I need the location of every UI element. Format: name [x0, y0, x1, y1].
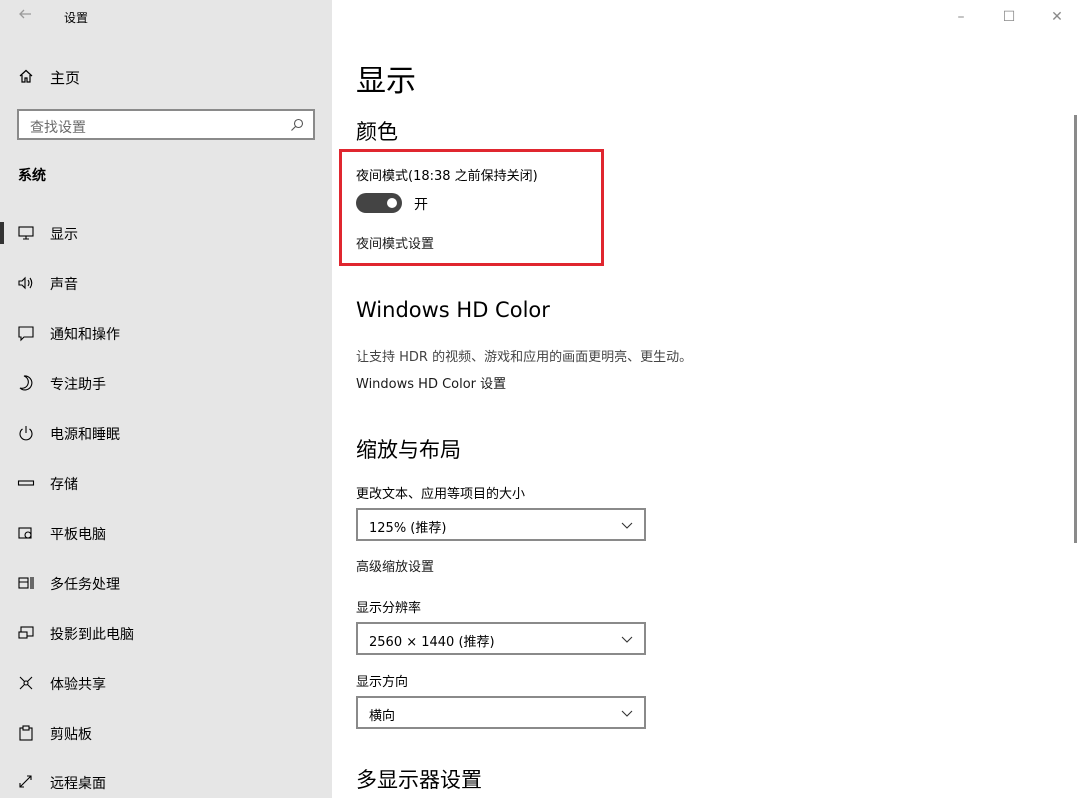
sidebar-item-multitasking[interactable]: 多任务处理 [0, 563, 332, 603]
remote-desktop-icon [19, 775, 32, 788]
orientation-value: 横向 [369, 709, 396, 724]
multitask-icon [18, 577, 34, 589]
minimize-icon: – [957, 9, 965, 25]
highlight-box [339, 149, 604, 266]
maximize-button[interactable]: ☐ [994, 6, 1024, 28]
hd-color-heading: Windows HD Color [356, 298, 550, 322]
sidebar-item-label: 投影到此电脑 [50, 627, 134, 643]
sidebar-item-tablet[interactable]: 平板电脑 [0, 513, 332, 553]
resolution-value: 2560 × 1440 (推荐) [369, 635, 495, 650]
sidebar-item-label: 声音 [50, 277, 78, 293]
maximize-icon: ☐ [1002, 9, 1016, 25]
moon-icon [19, 375, 33, 391]
chevron-down-icon [621, 710, 633, 717]
sidebar-item-sound[interactable]: 声音 [0, 263, 332, 303]
sidebar-item-power[interactable]: 电源和睡眠 [0, 413, 332, 453]
home-icon [19, 69, 33, 83]
orientation-label: 显示方向 [356, 675, 409, 690]
sidebar-item-label: 远程桌面 [50, 776, 106, 792]
speaker-icon [18, 276, 33, 290]
hd-color-settings-link[interactable]: Windows HD Color 设置 [356, 373, 506, 392]
back-button[interactable] [14, 6, 36, 28]
arrow-left-icon [19, 9, 31, 19]
notification-icon [18, 326, 34, 342]
color-heading: 颜色 [356, 120, 398, 144]
sidebar-item-clipboard[interactable]: 剪贴板 [0, 713, 332, 753]
power-icon [19, 426, 33, 441]
sidebar-item-label: 体验共享 [50, 677, 106, 693]
sidebar-item-label: 剪贴板 [50, 727, 92, 743]
search-input[interactable]: 查找设置 [17, 109, 315, 140]
scrollbar[interactable] [1074, 115, 1077, 543]
title-bar: 设置 [0, 0, 332, 34]
resolution-label: 显示分辨率 [356, 601, 422, 616]
sidebar-item-label: 多任务处理 [50, 577, 120, 593]
app-title: 设置 [64, 11, 89, 25]
multi-display-heading: 多显示器设置 [356, 768, 482, 792]
sidebar-item-display[interactable]: 显示 [0, 213, 332, 253]
scale-label: 更改文本、应用等项目的大小 [356, 487, 526, 502]
storage-icon [17, 480, 35, 486]
hd-color-description: 让支持 HDR 的视频、游戏和应用的画面更明亮、更生动。 [356, 350, 693, 365]
sidebar-item-focus-assist[interactable]: 专注助手 [0, 363, 332, 403]
scale-select[interactable]: 125% (推荐) [356, 508, 646, 541]
monitor-icon [18, 226, 34, 240]
sidebar-item-shared-experiences[interactable]: 体验共享 [0, 663, 332, 703]
section-title: 系统 [18, 168, 46, 184]
sidebar-item-label: 存储 [50, 477, 78, 493]
sidebar-item-label: 显示 [50, 227, 78, 243]
sidebar-item-home[interactable]: 主页 [0, 60, 332, 94]
sidebar-item-project[interactable]: 投影到此电脑 [0, 613, 332, 653]
sidebar-item-label: 平板电脑 [50, 527, 106, 543]
clipboard-icon [19, 725, 33, 741]
share-icon [19, 676, 33, 690]
search-placeholder: 查找设置 [30, 120, 86, 136]
scale-layout-heading: 缩放与布局 [356, 438, 461, 462]
scale-value: 125% (推荐) [369, 521, 447, 536]
close-icon: ✕ [1051, 9, 1063, 25]
sidebar-item-remote-desktop[interactable]: 远程桌面 [0, 762, 332, 798]
tablet-icon [18, 527, 32, 539]
advanced-scaling-link[interactable]: 高级缩放设置 [356, 556, 434, 575]
sidebar-item-label: 通知和操作 [50, 327, 120, 343]
sidebar-item-label: 主页 [50, 69, 81, 87]
page-title: 显示 [356, 64, 416, 99]
close-button[interactable]: ✕ [1042, 6, 1072, 28]
minimize-button[interactable]: – [946, 6, 976, 28]
orientation-select[interactable]: 横向 [356, 696, 646, 729]
sidebar-item-notifications[interactable]: 通知和操作 [0, 313, 332, 353]
resolution-select[interactable]: 2560 × 1440 (推荐) [356, 622, 646, 655]
sidebar: 设置 主页 查找设置 系统 显示 声音 通知和操作 专注助手 电源和睡眠 存储 … [0, 0, 332, 798]
chevron-down-icon [621, 636, 633, 643]
sidebar-item-label: 电源和睡眠 [50, 427, 120, 443]
sidebar-item-label: 专注助手 [50, 377, 106, 393]
search-icon [291, 118, 304, 131]
project-icon [18, 626, 34, 639]
sidebar-item-storage[interactable]: 存储 [0, 463, 332, 503]
chevron-down-icon [621, 522, 633, 529]
